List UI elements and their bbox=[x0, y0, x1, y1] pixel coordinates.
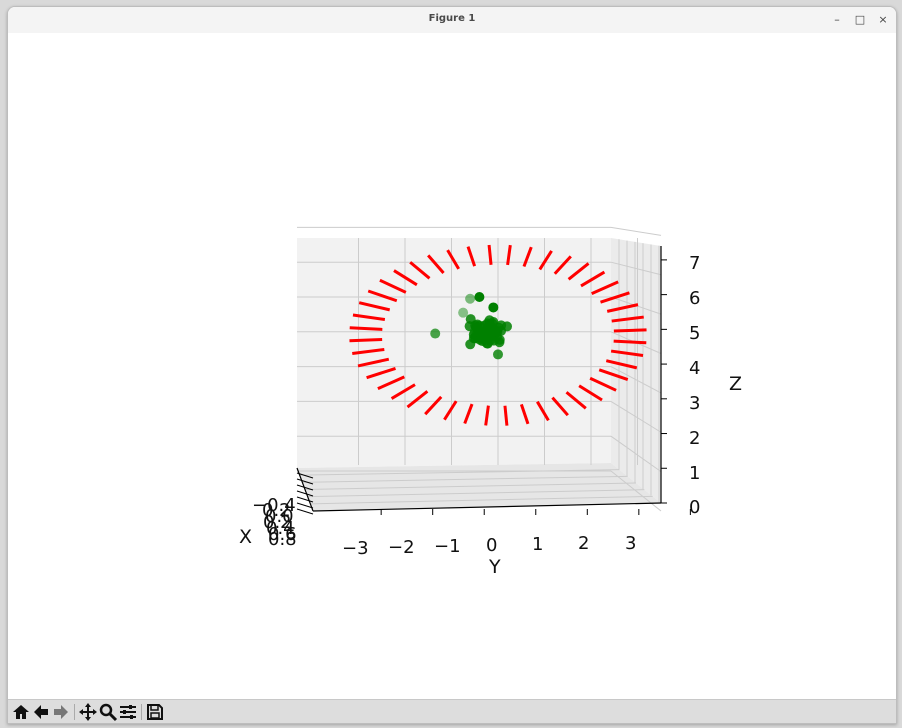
segment-mark bbox=[503, 405, 509, 426]
y-tick-2: 2 bbox=[578, 533, 589, 554]
x-tick-7: 0.8 bbox=[268, 529, 297, 550]
point-mark bbox=[494, 337, 505, 348]
z-tick-5: 5 bbox=[689, 323, 700, 344]
point-mark bbox=[465, 293, 476, 304]
arrow-right-icon bbox=[54, 705, 68, 719]
z-tick-2: 2 bbox=[689, 428, 700, 449]
plot-3d[interactable]: 0 1 2 3 4 5 6 7 Z −3 −2 −1 0 1 2 3 Y −0.… bbox=[8, 33, 896, 699]
segment-mark bbox=[613, 339, 647, 345]
z-tick-6: 6 bbox=[689, 288, 700, 309]
y-tick-3: 3 bbox=[625, 533, 636, 554]
point-mark bbox=[493, 349, 503, 360]
point-mark bbox=[469, 326, 480, 337]
z-tick-4: 4 bbox=[689, 358, 700, 379]
home-icon bbox=[13, 705, 29, 719]
grid-line-z-side bbox=[610, 226, 662, 236]
point-mark bbox=[458, 307, 469, 318]
move-icon bbox=[79, 703, 97, 721]
configure-subplots-button[interactable] bbox=[118, 702, 138, 722]
y-tick-m1: −1 bbox=[434, 536, 461, 557]
back-pane bbox=[297, 238, 611, 468]
x-axis-label: X bbox=[239, 526, 252, 548]
title-bar[interactable]: Figure 1 – □ × bbox=[8, 7, 896, 34]
y-tick-m3: −3 bbox=[342, 538, 369, 559]
y-tick-m2: −2 bbox=[388, 537, 415, 558]
forward-button[interactable] bbox=[51, 702, 71, 722]
close-button[interactable]: × bbox=[874, 11, 892, 29]
y-tick-0: 0 bbox=[486, 535, 497, 556]
sliders-icon bbox=[120, 705, 136, 719]
z-tick-1: 1 bbox=[689, 463, 700, 484]
z-tick-3: 3 bbox=[689, 393, 700, 414]
toolbar-separator bbox=[74, 704, 75, 720]
window-title: Figure 1 bbox=[428, 13, 476, 24]
magnifier-icon bbox=[99, 703, 118, 722]
zoom-button[interactable] bbox=[98, 702, 118, 722]
pan-button[interactable] bbox=[78, 702, 98, 722]
home-button[interactable] bbox=[11, 702, 31, 722]
arrow-left-icon bbox=[34, 705, 48, 719]
maximize-button[interactable]: □ bbox=[851, 11, 869, 29]
toolbar-separator bbox=[141, 704, 142, 720]
point-mark bbox=[496, 320, 507, 331]
z-tick-0: 0 bbox=[689, 497, 700, 518]
save-button[interactable] bbox=[145, 702, 165, 722]
segment-mark bbox=[349, 326, 383, 331]
segment-mark bbox=[487, 244, 493, 265]
z-tick-7: 7 bbox=[689, 253, 700, 274]
z-axis-label: Z bbox=[729, 373, 742, 395]
point-mark bbox=[430, 328, 441, 339]
figure-canvas[interactable]: 0 1 2 3 4 5 6 7 Z −3 −2 −1 0 1 2 3 Y −0.… bbox=[8, 33, 896, 699]
minimize-button[interactable]: – bbox=[828, 11, 846, 29]
point-mark bbox=[488, 302, 499, 313]
navigation-toolbar bbox=[8, 699, 896, 723]
point-mark bbox=[483, 326, 494, 337]
y-tick-1: 1 bbox=[532, 534, 543, 555]
floppy-icon bbox=[147, 704, 163, 720]
figure-window: Figure 1 – □ × 0 1 2 3 4 5 6 7 Z −3 −2 −… bbox=[7, 6, 897, 724]
y-axis-label: Y bbox=[488, 556, 501, 578]
x-tick-mark bbox=[296, 508, 314, 515]
point-mark bbox=[474, 292, 485, 302]
point-mark bbox=[482, 318, 493, 329]
back-button[interactable] bbox=[31, 702, 51, 722]
segment-mark bbox=[613, 328, 647, 333]
segment-mark bbox=[349, 338, 383, 343]
